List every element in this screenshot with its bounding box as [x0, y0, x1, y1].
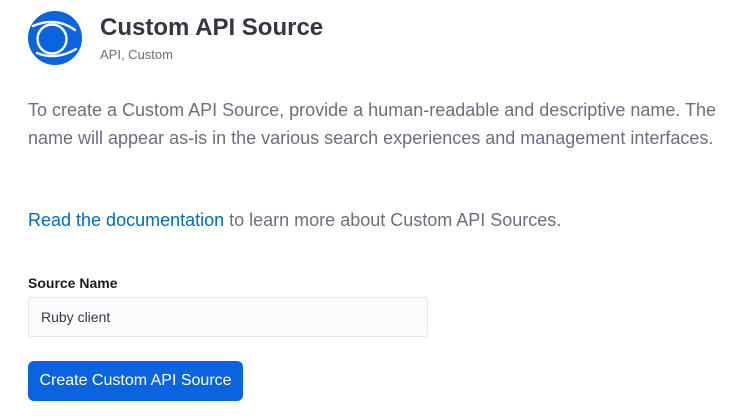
page-subtitle: API, Custom [100, 47, 173, 62]
custom-api-source-logo-icon [27, 10, 83, 66]
create-custom-api-source-button[interactable]: Create Custom API Source [28, 361, 243, 401]
source-name-label: Source Name [28, 275, 118, 291]
documentation-suffix-text: to learn more about Custom API Sources. [224, 210, 562, 230]
documentation-line: Read the documentation to learn more abo… [28, 206, 561, 234]
intro-description: To create a Custom API Source, provide a… [28, 96, 728, 152]
title-block: Custom API Source API, Custom [100, 13, 323, 63]
page-title: Custom API Source [100, 14, 324, 41]
source-name-input[interactable] [28, 297, 428, 337]
intro-description-text: To create a Custom API Source, provide a… [28, 100, 717, 148]
page-header: Custom API Source API, Custom [27, 10, 323, 66]
read-documentation-link[interactable]: Read the documentation [28, 210, 224, 230]
